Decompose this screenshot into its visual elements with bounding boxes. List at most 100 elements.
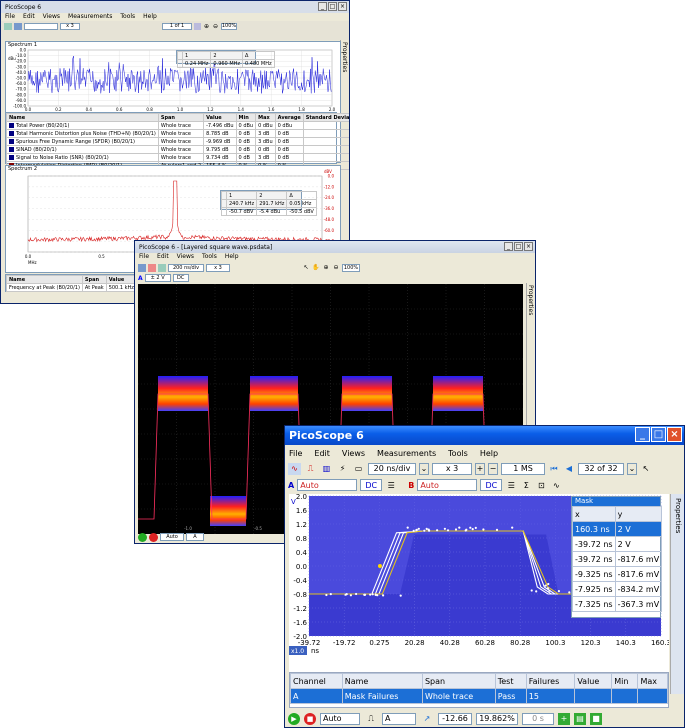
pointer-tool-icon[interactable]: ↖: [640, 463, 652, 475]
minimize-button[interactable]: _: [318, 2, 327, 11]
close-button[interactable]: ×: [667, 427, 682, 442]
table-row[interactable]: SINAD (B0/20/1) Whole trace 9.795 dB 0 dB 0 …: [6, 145, 349, 154]
table-row[interactable]: -50.7 dBV -5.4 dBu -50.5 dBV: [221, 207, 317, 216]
menu-edit[interactable]: Edit: [23, 13, 35, 21]
first-page-icon[interactable]: ⏮: [548, 463, 560, 475]
menu-file[interactable]: File: [289, 449, 302, 458]
close-button[interactable]: ×: [524, 242, 533, 251]
menu-help[interactable]: Help: [143, 13, 157, 21]
menu-file[interactable]: File: [139, 253, 149, 261]
persistence-mode-icon[interactable]: ⎍: [304, 463, 317, 475]
menu-edit[interactable]: Edit: [157, 253, 169, 261]
column-header[interactable]: x: [572, 506, 616, 522]
table-row[interactable]: -39.72 ns -817.6 mV: [572, 551, 663, 567]
column-header[interactable]: Span: [157, 113, 205, 122]
menu-measurements[interactable]: Measurements: [68, 13, 112, 21]
table-row[interactable]: 12Δ: [177, 51, 275, 60]
menu-views[interactable]: Views: [342, 449, 365, 458]
menu-views[interactable]: Views: [177, 253, 194, 261]
table-row[interactable]: Signal to Noise Ratio (SNR) (B0/20/1) Who…: [6, 153, 349, 162]
column-header[interactable]: Min: [235, 113, 257, 122]
save-icon[interactable]: ■: [590, 712, 602, 725]
maximize-button[interactable]: □: [651, 427, 666, 442]
menu-views[interactable]: Views: [43, 13, 60, 21]
timebase-select[interactable]: 20 ns/div: [368, 462, 416, 475]
scope-mode-icon[interactable]: [4, 22, 12, 30]
page-dropdown-icon[interactable]: ⌄: [627, 462, 637, 475]
minimize-button[interactable]: _: [504, 242, 513, 251]
table-row[interactable]: 0.24 MHz 0.960 MHz 0.480 MHz: [177, 59, 275, 68]
run-icon[interactable]: [138, 532, 147, 542]
timebase-select[interactable]: 200 ns/div: [168, 263, 204, 272]
trigger-type-icon[interactable]: ⎍: [364, 713, 378, 725]
column-header[interactable]: Max: [255, 113, 276, 122]
trigger-mode-select[interactable]: Auto: [320, 712, 360, 725]
ruler-tool-icon[interactable]: ▭: [352, 463, 365, 475]
menu-tools[interactable]: Tools: [120, 13, 135, 21]
trigger-time-field[interactable]: -12.66: [438, 712, 472, 725]
menu-help[interactable]: Help: [480, 449, 498, 458]
export-icon[interactable]: ▤: [574, 712, 586, 725]
close-button[interactable]: ×: [338, 2, 347, 11]
sigma-measurements-icon[interactable]: Σ: [520, 479, 532, 491]
capture-count-field[interactable]: x 3: [206, 263, 230, 272]
menu-help[interactable]: Help: [225, 253, 239, 261]
column-header[interactable]: y: [614, 506, 663, 522]
zoom-out-icon[interactable]: ⊖: [212, 23, 219, 30]
zoom-out-icon[interactable]: ⊖: [332, 264, 340, 272]
timebase-select[interactable]: [24, 22, 58, 30]
table-row[interactable]: 240.7 kHz 291.7 kHz 0.05 kHz: [221, 199, 317, 208]
samples-field[interactable]: 1 MS: [501, 462, 545, 475]
stop-icon[interactable]: ■: [304, 712, 316, 725]
title-bar[interactable]: PicoScope 6 _ □ ×: [1, 1, 349, 13]
increment-button[interactable]: +: [475, 462, 485, 475]
menu-measurements[interactable]: Measurements: [377, 449, 436, 458]
column-header[interactable]: Channel: [290, 673, 343, 689]
maximize-button[interactable]: □: [328, 2, 337, 11]
math-channel-icon[interactable]: ⊡: [535, 479, 547, 491]
zoom-in-icon[interactable]: ⊕: [322, 264, 330, 272]
stop-icon[interactable]: [149, 532, 158, 542]
table-row[interactable]: 160.3 ns 2 V: [572, 521, 663, 537]
persistence-mode-icon[interactable]: [148, 263, 156, 272]
title-bar[interactable]: PicoScope 6 - [Layered square wave.psdat…: [135, 241, 535, 253]
table-row[interactable]: -9.325 ns -817.6 mV: [572, 566, 663, 582]
column-header[interactable]: Span: [81, 275, 107, 284]
zoom-in-icon[interactable]: ⊕: [203, 23, 210, 30]
menu-tools[interactable]: Tools: [448, 449, 468, 458]
pointer-tool-icon[interactable]: [194, 22, 201, 30]
scope-mode-icon[interactable]: ∿: [288, 462, 301, 475]
zoom-level[interactable]: 100%: [221, 22, 237, 30]
pointer-tool-icon[interactable]: ↖: [302, 264, 310, 272]
maximize-button[interactable]: □: [514, 242, 523, 251]
trigger-tool-icon[interactable]: ⚡: [336, 463, 349, 475]
column-header[interactable]: Name: [341, 673, 423, 689]
table-row[interactable]: -7.325 ns -367.3 mV: [572, 596, 663, 612]
menu-tools[interactable]: Tools: [202, 253, 217, 261]
spectrum-mode-icon[interactable]: [158, 263, 166, 272]
post-trigger-delay-field[interactable]: 0 s: [522, 712, 554, 725]
column-header[interactable]: Name: [6, 275, 83, 284]
trigger-mode-select[interactable]: Auto: [160, 533, 184, 541]
table-row[interactable]: -39.72 ns 2 V: [572, 536, 663, 552]
decrement-button[interactable]: −: [488, 462, 498, 475]
menu-edit[interactable]: Edit: [314, 449, 330, 458]
zoom-level[interactable]: 100%: [342, 263, 360, 272]
column-header[interactable]: Max: [637, 673, 668, 689]
channel-a-range[interactable]: ± 2 V: [144, 274, 171, 282]
menu-file[interactable]: File: [5, 13, 15, 21]
table-row[interactable]: Spurious Free Dynamic Range (SFDR) (B0/2…: [6, 137, 349, 146]
trigger-channel-select[interactable]: A: [186, 533, 204, 541]
page-counter[interactable]: 32 of 32: [578, 462, 624, 475]
scope-mode-icon[interactable]: [138, 263, 146, 272]
reference-waveform-icon[interactable]: ∿: [550, 479, 562, 491]
capture-count-field[interactable]: x 3: [432, 462, 472, 475]
table-row[interactable]: Total Power (B0/20/1) Whole trace -7.496 d…: [6, 121, 349, 130]
table-row[interactable]: Frequency at Peak (B0/20/1) At Peak 500.1 …: [6, 283, 137, 292]
column-header[interactable]: Failures: [525, 673, 576, 689]
minimize-button[interactable]: _: [635, 427, 650, 442]
channel-a-coupling[interactable]: DC: [172, 274, 189, 282]
column-header[interactable]: Value: [105, 275, 137, 284]
title-bar[interactable]: PicoScope 6 _ □ ×: [285, 426, 684, 445]
table-row[interactable]: -7.925 ns -834.2 mV: [572, 581, 663, 597]
